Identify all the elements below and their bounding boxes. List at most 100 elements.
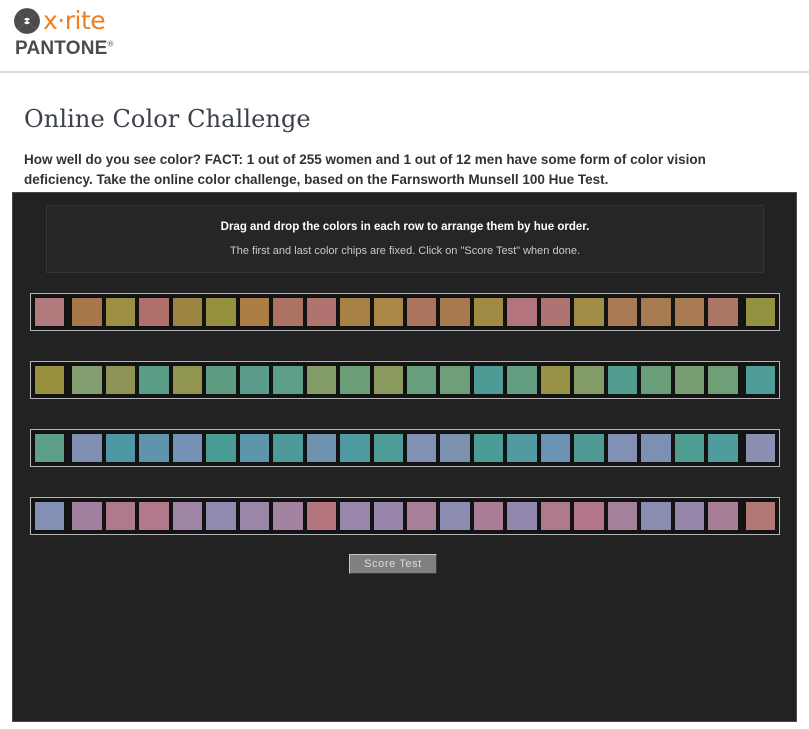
color-chip[interactable] [707, 297, 739, 327]
color-chip[interactable] [707, 501, 739, 531]
color-chip[interactable] [439, 297, 471, 327]
color-chip[interactable] [339, 501, 371, 531]
color-chip[interactable] [71, 501, 103, 531]
color-chip[interactable] [573, 297, 605, 327]
color-chip[interactable] [405, 433, 438, 463]
color-chip[interactable] [138, 297, 170, 327]
color-chip[interactable] [104, 297, 137, 327]
color-chip[interactable] [71, 297, 103, 327]
site-header: x·rite PANTONE® [0, 0, 809, 73]
color-chip-fixed [34, 501, 66, 531]
registered-mark-icon: ® [107, 39, 114, 49]
color-chip[interactable] [707, 365, 739, 395]
color-chip-fixed [34, 297, 66, 327]
color-chip[interactable] [640, 365, 672, 395]
color-chip[interactable] [472, 365, 505, 395]
color-chip[interactable] [339, 433, 371, 463]
color-chip[interactable] [171, 365, 204, 395]
color-chip[interactable] [104, 501, 137, 531]
color-chip[interactable] [673, 365, 706, 395]
color-chip[interactable] [539, 365, 572, 395]
score-test-button[interactable]: Score Test [349, 554, 437, 574]
color-chip-fixed [744, 365, 776, 395]
color-chip[interactable] [138, 365, 170, 395]
color-chip[interactable] [339, 365, 371, 395]
color-chip[interactable] [305, 365, 338, 395]
color-chip[interactable] [573, 433, 605, 463]
color-chip[interactable] [439, 433, 471, 463]
color-chip[interactable] [673, 433, 706, 463]
color-chip[interactable] [606, 365, 639, 395]
color-chip[interactable] [506, 297, 538, 327]
color-chip[interactable] [205, 297, 237, 327]
color-chip[interactable] [673, 297, 706, 327]
color-chip[interactable] [104, 365, 137, 395]
color-chip[interactable] [305, 433, 338, 463]
color-chip[interactable] [205, 501, 237, 531]
color-chip[interactable] [472, 433, 505, 463]
color-chip[interactable] [272, 365, 304, 395]
color-chip[interactable] [640, 297, 672, 327]
color-chip[interactable] [272, 297, 304, 327]
color-chip[interactable] [573, 365, 605, 395]
color-chip-fixed [744, 501, 776, 531]
color-chip[interactable] [640, 433, 672, 463]
color-chip[interactable] [606, 501, 639, 531]
color-chip[interactable] [405, 365, 438, 395]
color-chip[interactable] [472, 501, 505, 531]
color-chip[interactable] [472, 297, 505, 327]
color-chip[interactable] [272, 433, 304, 463]
color-chip[interactable] [539, 297, 572, 327]
color-chip[interactable] [506, 501, 538, 531]
color-chip[interactable] [171, 297, 204, 327]
color-chip[interactable] [539, 433, 572, 463]
color-chip[interactable] [539, 501, 572, 531]
color-chip[interactable] [506, 365, 538, 395]
color-chip[interactable] [372, 365, 404, 395]
color-chip[interactable] [238, 501, 271, 531]
color-chip[interactable] [238, 433, 271, 463]
color-chip[interactable] [138, 501, 170, 531]
color-chip[interactable] [171, 433, 204, 463]
color-chip[interactable] [573, 501, 605, 531]
color-chip[interactable] [272, 501, 304, 531]
color-chip[interactable] [171, 501, 204, 531]
color-chip[interactable] [439, 365, 471, 395]
xrite-x-icon [14, 8, 40, 34]
color-chip[interactable] [305, 297, 338, 327]
color-chip[interactable] [405, 297, 438, 327]
color-chip[interactable] [640, 501, 672, 531]
color-chip[interactable] [707, 433, 739, 463]
color-chip-fixed [34, 365, 66, 395]
brand-logo-row: x·rite [14, 7, 214, 35]
color-chip[interactable] [372, 433, 404, 463]
color-chip[interactable] [104, 433, 137, 463]
color-chip[interactable] [405, 501, 438, 531]
color-row-3[interactable] [30, 497, 780, 535]
color-chip[interactable] [372, 297, 404, 327]
color-chip-fixed [34, 433, 66, 463]
color-chip[interactable] [138, 433, 170, 463]
color-chip[interactable] [339, 297, 371, 327]
instructions-box: Drag and drop the colors in each row to … [46, 205, 764, 273]
color-chip[interactable] [506, 433, 538, 463]
color-chip[interactable] [205, 433, 237, 463]
color-row-2[interactable] [30, 429, 780, 467]
instructions-primary-text: Drag and drop the colors in each row to … [220, 221, 590, 233]
color-chip[interactable] [238, 365, 271, 395]
color-chip[interactable] [71, 365, 103, 395]
color-chip-fixed [744, 297, 776, 327]
color-row-1[interactable] [30, 361, 780, 399]
instructions-secondary-text: The first and last color chips are fixed… [230, 245, 580, 257]
color-chip[interactable] [238, 297, 271, 327]
color-chip[interactable] [372, 501, 404, 531]
color-chip[interactable] [71, 433, 103, 463]
brand-logo[interactable]: x·rite PANTONE® [14, 7, 214, 60]
color-chip[interactable] [606, 433, 639, 463]
color-chip[interactable] [205, 365, 237, 395]
color-row-0[interactable] [30, 293, 780, 331]
color-chip[interactable] [606, 297, 639, 327]
color-chip[interactable] [305, 501, 338, 531]
color-chip[interactable] [439, 501, 471, 531]
color-chip[interactable] [673, 501, 706, 531]
